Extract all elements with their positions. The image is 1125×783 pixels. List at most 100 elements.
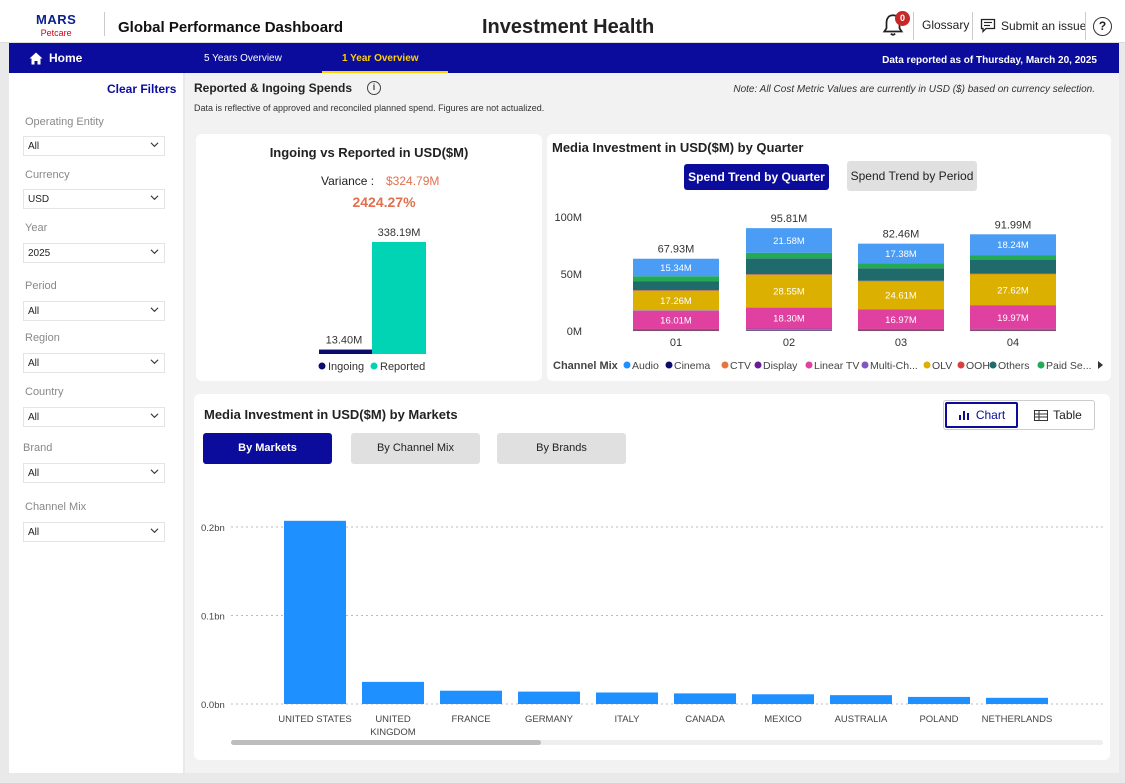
x-tick-label: POLAND [919, 714, 958, 725]
legend-marker [721, 361, 729, 369]
legend-marker [665, 361, 673, 369]
section-subtitle: Data is reflective of approved and recon… [194, 103, 545, 113]
filter-label-country: Country [25, 386, 64, 398]
bar-segment-paid-se- [746, 252, 832, 259]
year-dropdown[interactable]: 2025 [23, 243, 165, 263]
media-investment-markets-card: Media Investment in USD($M) by Markets C… [194, 394, 1110, 760]
header-divider [972, 12, 973, 40]
region-dropdown[interactable]: All [23, 353, 165, 373]
year-value: 2025 [28, 248, 51, 259]
segment-label: 28.55M [773, 286, 805, 297]
x-tick-label: ITALY [615, 714, 641, 725]
bar-segment-display [858, 328, 944, 330]
y-tick-label: 0M [567, 326, 582, 338]
legend-marker [623, 361, 631, 369]
operating-entity-dropdown[interactable]: All [23, 136, 165, 156]
legend-marker [805, 361, 813, 369]
mars-petcare-logo[interactable]: MARS Petcare [36, 12, 76, 38]
x-tick-label: KINGDOM [370, 727, 415, 738]
country-value: All [28, 412, 40, 423]
segment-label: 27.62M [997, 285, 1029, 296]
glossary-button[interactable]: Glossary [922, 18, 969, 32]
app-title: Global Performance Dashboard [118, 19, 344, 36]
legend-marker [370, 362, 378, 370]
brand-dropdown[interactable]: All [23, 463, 165, 483]
ingoing-vs-reported-card: Ingoing vs Reported in USD($M) Variance … [196, 134, 542, 381]
segment-label: 21.58M [773, 236, 805, 247]
bar-segment-ooh [858, 280, 944, 282]
x-tick-label: MEXICO [764, 714, 801, 725]
horizontal-scrollbar-track[interactable] [231, 740, 1103, 745]
segment-label: 18.24M [997, 240, 1029, 251]
bar-segment-ctv [970, 329, 1056, 331]
bar-segment-others [858, 268, 944, 281]
tab-5-years-overview[interactable]: 5 Years Overview [204, 53, 282, 64]
page-title: Investment Health [482, 16, 655, 38]
data-label: 13.40M [326, 335, 363, 347]
bar-segment-multi-ch- [970, 305, 1056, 306]
clear-filters-button[interactable]: Clear Filters [107, 82, 176, 96]
x-tick-label: 03 [895, 337, 907, 349]
currency-value: USD [28, 194, 50, 205]
y-tick-label: 0.2bn [201, 523, 225, 534]
markets-bar-chart: 0.0bn 0.1bn 0.2bn UNITED STATES UNITED KINGDO… [201, 520, 1104, 738]
country-dropdown[interactable]: All [23, 407, 165, 427]
chevron-down-icon [150, 469, 159, 475]
legend-marker [861, 361, 869, 369]
y-tick-label: 0.1bn [201, 612, 225, 623]
segment-label: 18.30M [773, 314, 805, 325]
legend-marker [318, 362, 326, 370]
segment-label: 16.97M [885, 315, 917, 326]
legend-marker [957, 361, 965, 369]
currency-dropdown[interactable]: USD [23, 189, 165, 209]
home-label: Home [49, 51, 83, 65]
ingoing-vs-reported-chart: 13.40M 338.19M Ingoing Reported [318, 227, 426, 373]
period-dropdown[interactable]: All [23, 301, 165, 321]
legend-label: Cinema [674, 360, 710, 372]
bar-segment-multi-ch- [746, 307, 832, 308]
bottom-strip [0, 773, 1125, 783]
media-investment-quarter-card: Media Investment in USD($M) by Quarter S… [547, 134, 1111, 381]
legend-label: Linear TV [814, 360, 859, 372]
legend-label: Paid Se... [1046, 360, 1092, 372]
currency-note: Note: All Cost Metric Values are current… [733, 84, 1095, 95]
bar-segment-ooh [970, 273, 1056, 275]
total-label: 82.46M [883, 229, 920, 241]
filters-sidebar: Clear Filters Operating Entity All Curre… [9, 73, 183, 773]
x-tick-label: 01 [670, 337, 682, 349]
tab-1-year-overview[interactable]: 1 Year Overview [342, 53, 419, 64]
notification-count-badge: 0 [895, 11, 910, 26]
bar-canada [674, 693, 736, 704]
header-divider [913, 12, 914, 40]
bar-segment-ctv [746, 329, 832, 331]
logo-sub: Petcare [40, 28, 72, 38]
y-tick-label: 0.0bn [201, 700, 225, 711]
bar-segment-display [746, 328, 832, 330]
data-label: 338.19M [378, 227, 421, 239]
home-button[interactable]: Home [29, 51, 82, 65]
filter-label-period: Period [25, 280, 57, 292]
channel-mix-dropdown[interactable]: All [23, 522, 165, 542]
period-value: All [28, 306, 40, 317]
bar-segment-paid-se- [970, 255, 1056, 260]
legend-title: Channel Mix [553, 360, 619, 372]
y-tick-label: 50M [561, 269, 582, 281]
chevron-down-icon [150, 249, 159, 255]
bar-segment-ooh [633, 290, 719, 291]
legend-label: Display [763, 360, 798, 372]
bar-ingoing [319, 349, 373, 354]
submit-issue-button[interactable]: Submit an issue [980, 18, 1086, 33]
total-label: 91.99M [995, 219, 1032, 231]
filter-label-operating-entity: Operating Entity [25, 116, 104, 128]
x-tick-label: UNITED [375, 714, 411, 725]
horizontal-scrollbar-thumb[interactable] [231, 740, 541, 745]
chevron-down-icon [150, 528, 159, 534]
bar-reported [372, 242, 426, 354]
segment-label: 24.61M [885, 291, 917, 302]
bar-segment-others [746, 258, 832, 275]
x-tick-label: CANADA [685, 714, 725, 725]
legend-label: CTV [730, 360, 751, 372]
legend-label: Audio [632, 360, 659, 372]
info-icon[interactable]: i [367, 81, 381, 95]
help-icon[interactable]: ? [1093, 17, 1112, 36]
